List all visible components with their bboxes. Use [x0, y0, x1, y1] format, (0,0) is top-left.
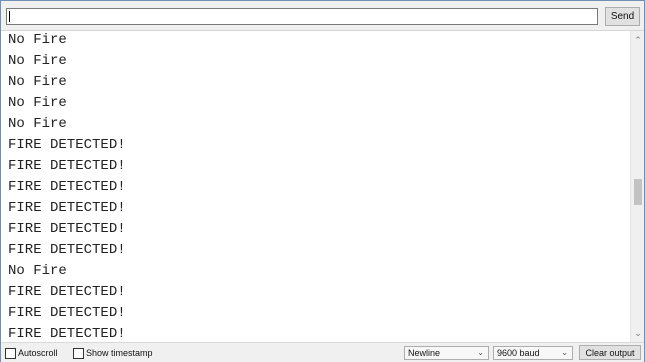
send-button[interactable]: Send — [605, 7, 640, 26]
output-line: FIRE DETECTED! — [8, 305, 126, 321]
output-line: No Fire — [8, 116, 67, 132]
serial-monitor-window: Send No Fire No Fire No Fire No Fire No Fire… — [0, 0, 645, 362]
output-line: No Fire — [8, 74, 67, 90]
chevron-down-icon: ⌄ — [561, 348, 568, 357]
timestamp-checkbox[interactable] — [73, 348, 84, 359]
output-line: No Fire — [8, 263, 67, 279]
output-line: No Fire — [8, 95, 67, 111]
clear-output-button[interactable]: Clear output — [579, 345, 641, 360]
text-cursor — [9, 11, 10, 22]
output-line: FIRE DETECTED! — [8, 284, 126, 300]
chevron-down-icon[interactable]: ⌄ — [631, 326, 645, 340]
output-line: No Fire — [8, 32, 67, 48]
output-line: FIRE DETECTED! — [8, 137, 126, 153]
vertical-scrollbar[interactable]: ⌃ ⌄ — [630, 31, 644, 342]
scroll-thumb[interactable] — [634, 179, 642, 205]
line-ending-select[interactable]: Newline ⌄ — [404, 346, 489, 360]
autoscroll-checkbox[interactable] — [5, 348, 16, 359]
status-bar: Autoscroll Show timestamp Newline ⌄ 9600… — [1, 342, 644, 362]
output-line: No Fire — [8, 53, 67, 69]
baud-rate-select[interactable]: 9600 baud ⌄ — [493, 346, 573, 360]
chevron-down-icon: ⌄ — [477, 348, 484, 357]
serial-output[interactable]: No Fire No Fire No Fire No Fire No Fire FIRE … — [1, 31, 630, 342]
input-bar: Send — [1, 1, 644, 31]
output-line: FIRE DETECTED! — [8, 221, 126, 237]
output-line: FIRE DETECTED! — [8, 242, 126, 258]
autoscroll-label: Autoscroll — [18, 348, 58, 358]
serial-input[interactable] — [6, 8, 598, 25]
timestamp-label: Show timestamp — [86, 348, 153, 358]
output-line: FIRE DETECTED! — [8, 200, 126, 216]
baud-rate-value: 9600 baud — [497, 348, 540, 358]
chevron-up-icon[interactable]: ⌃ — [631, 33, 645, 47]
line-ending-value: Newline — [408, 348, 441, 358]
output-line: FIRE DETECTED! — [8, 158, 126, 174]
output-line: FIRE DETECTED! — [8, 326, 126, 342]
output-line: FIRE DETECTED! — [8, 179, 126, 195]
